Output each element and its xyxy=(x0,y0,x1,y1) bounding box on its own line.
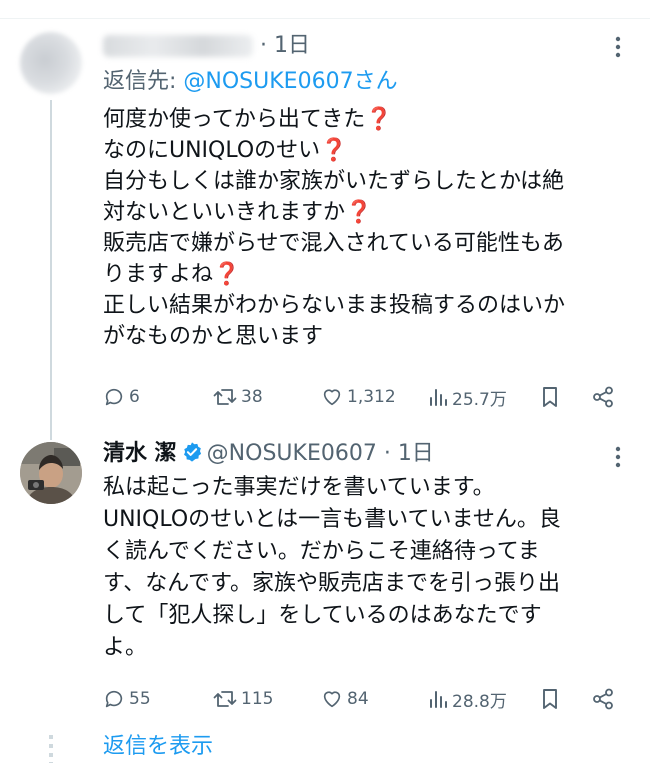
text-line: く読んでください。だからこそ連絡待ってま xyxy=(103,539,540,564)
heart-icon xyxy=(323,389,341,406)
text-line: 販売店で嫌がらせで混入されている可能性もあ xyxy=(103,231,564,256)
tweet-time[interactable]: 1日 xyxy=(398,441,434,466)
share-button[interactable] xyxy=(591,684,615,714)
author-name[interactable]: 清水 潔 xyxy=(103,441,177,466)
blurred-username[interactable] xyxy=(103,35,253,57)
text-line: がなものかと思います xyxy=(103,324,324,349)
like-button[interactable]: 1,312 xyxy=(321,382,396,412)
text-line: UNIQLOのせいとは一言も書いていません。良 xyxy=(103,507,561,532)
text-line: よ。 xyxy=(103,635,148,660)
share-icon xyxy=(593,688,613,710)
question-mark-icon: ❓ xyxy=(345,200,373,225)
author-handle[interactable]: @NOSUKE0607 xyxy=(207,441,377,466)
reply-to-line: 返信先: @NOSUKE0607さん xyxy=(103,68,398,96)
reply-to-handle[interactable]: @NOSUKE0607さん xyxy=(183,69,397,94)
more-options-icon[interactable] xyxy=(608,446,628,473)
thread-dots xyxy=(49,735,53,763)
reply-icon xyxy=(105,690,123,708)
views-button[interactable]: 28.8万 xyxy=(428,684,507,714)
avatar-blurred[interactable] xyxy=(20,32,82,94)
tweet-time[interactable]: 1日 xyxy=(274,33,310,58)
text-line: 私は起こった事実だけを書いています。 xyxy=(103,475,495,500)
question-mark-icon: ❓ xyxy=(320,138,348,163)
reply-button[interactable]: 6 xyxy=(103,382,140,412)
more-options-icon[interactable] xyxy=(608,36,628,63)
text-line: りますよね❓ xyxy=(103,262,241,287)
views-icon xyxy=(430,389,447,406)
top-divider xyxy=(0,0,650,19)
show-replies-link[interactable]: 返信を表示 xyxy=(103,732,213,762)
reply-icon xyxy=(105,388,123,406)
share-icon xyxy=(593,386,613,408)
author-avatar[interactable] xyxy=(20,442,82,504)
heart-icon xyxy=(323,691,341,708)
verified-badge-icon[interactable] xyxy=(181,441,203,471)
text-line: 自分もしくは誰か家族がいたずらしたとかは絶 xyxy=(103,169,565,194)
text-line: して「犯人探し」をしているのはあなたです xyxy=(103,603,542,628)
bookmark-button[interactable] xyxy=(540,382,560,412)
reply-to-label: 返信先: xyxy=(103,69,184,94)
text-line: 何度か使ってから出てきた❓ xyxy=(103,107,393,132)
reply-button[interactable]: 55 xyxy=(103,684,151,714)
action-bar: 6 38 1,312 25.7万 xyxy=(103,382,623,412)
text-line: 対ないといいきれますか❓ xyxy=(103,200,373,225)
share-button[interactable] xyxy=(591,382,615,412)
views-icon xyxy=(430,691,447,708)
bookmark-icon xyxy=(543,387,557,407)
tweet-text: 何度か使ってから出てきた❓ なのにUNIQLOのせい❓ 自分もしくは誰か家族がい… xyxy=(103,104,633,352)
views-button[interactable]: 25.7万 xyxy=(428,382,507,412)
bookmark-icon xyxy=(543,689,557,709)
question-mark-icon: ❓ xyxy=(213,262,241,287)
tweet-header: · 1日 xyxy=(103,32,310,60)
like-button[interactable]: 84 xyxy=(321,684,369,714)
question-mark-icon: ❓ xyxy=(365,107,393,132)
text-line: なのにUNIQLOのせい❓ xyxy=(103,138,348,163)
repost-button[interactable]: 115 xyxy=(213,684,273,714)
text-line: す、なんです。家族や販売店までを引っ張り出 xyxy=(103,571,560,596)
tweet-header: 清水 潔 @NOSUKE0607 · 1日 xyxy=(103,440,434,471)
text-line: 正しい結果がわからないまま投稿するのはいか xyxy=(103,293,566,318)
bookmark-button[interactable] xyxy=(540,684,560,714)
tweet-text: 私は起こった事実だけを書いています。 UNIQLOのせいとは一言も書いていません… xyxy=(103,472,633,664)
thread-line xyxy=(50,100,52,440)
repost-icon xyxy=(213,389,237,405)
repost-icon xyxy=(213,691,237,707)
repost-button[interactable]: 38 xyxy=(213,382,263,412)
action-bar: 55 115 84 28.8万 xyxy=(103,684,623,714)
